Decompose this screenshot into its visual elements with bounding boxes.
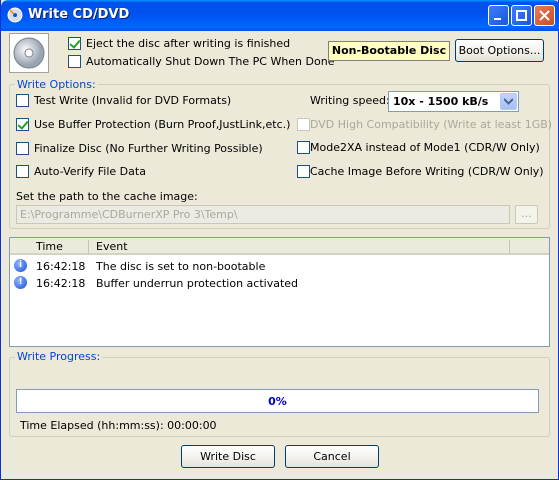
dropdown-arrow[interactable] [500, 93, 517, 110]
title-bar[interactable]: Write CD/DVD [1, 0, 559, 31]
window-title: Write CD/DVD [28, 7, 130, 22]
column-time[interactable]: Time [36, 240, 63, 253]
buffer-protection-checkbox[interactable] [16, 118, 29, 131]
burner-app-icon [7, 7, 23, 23]
write-progress-title: Write Progress: [15, 350, 103, 363]
finalize-label: Finalize Disc (No Further Writing Possib… [34, 142, 263, 155]
column-divider[interactable] [509, 240, 510, 253]
test-write-checkbox[interactable] [16, 94, 29, 107]
dvd-compat-checkbox[interactable] [297, 118, 310, 131]
writing-speed-label: Writing speed: [310, 94, 390, 107]
cache-image-label: Cache Image Before Writing (CDR/W Only) [310, 165, 544, 178]
finalize-checkbox[interactable] [16, 142, 29, 155]
maximize-button[interactable] [511, 5, 532, 26]
cd-disc-icon [13, 37, 45, 69]
test-write-label: Test Write (Invalid for DVD Formats) [34, 94, 232, 107]
auto-verify-checkbox[interactable] [16, 165, 29, 178]
progress-bar: 0% [16, 389, 539, 413]
mode2xa-label: Mode2XA instead of Mode1 (CDR/W Only) [310, 141, 540, 154]
mode2xa-checkbox[interactable] [297, 141, 310, 154]
event-log-list[interactable]: Time Event i 16:42:18 The disc is set to… [9, 237, 550, 347]
chevron-down-icon [504, 98, 513, 105]
log-time: 16:42:18 [36, 260, 86, 273]
write-dvd-window: Write CD/DVD Eject the disc after writin… [0, 0, 559, 480]
column-divider[interactable] [88, 240, 89, 253]
log-row[interactable]: ! 16:42:18 Buffer underrun protection ac… [10, 275, 549, 291]
eject-checkbox[interactable] [68, 37, 81, 50]
progress-percent: 0% [268, 395, 287, 408]
boot-status-badge: Non-Bootable Disc [328, 41, 450, 61]
cache-image-checkbox[interactable] [297, 165, 310, 178]
maximize-icon [516, 10, 527, 21]
buffer-protection-label: Use Buffer Protection (Burn Proof,JustLi… [34, 118, 291, 131]
dialog-body: Eject the disc after writing is finished… [5, 31, 554, 476]
log-row[interactable]: i 16:42:18 The disc is set to non-bootab… [10, 258, 549, 274]
writing-speed-value: 10x - 1500 kB/s [393, 95, 489, 108]
minimize-icon [494, 18, 501, 20]
shutdown-checkbox[interactable] [68, 55, 81, 68]
info-icon: ! [14, 276, 27, 289]
writing-speed-select[interactable]: 10x - 1500 kB/s [388, 91, 519, 112]
log-event: Buffer underrun protection activated [96, 277, 299, 290]
write-disc-button[interactable]: Write Disc [181, 445, 275, 468]
write-options-title: Write Options: [15, 78, 98, 91]
info-icon: i [14, 259, 27, 272]
close-icon [539, 10, 550, 21]
dvd-compat-label: DVD High Compatibility (Write at least 1… [310, 118, 553, 131]
boot-options-button[interactable]: Boot Options... [455, 39, 544, 62]
close-button[interactable] [534, 5, 555, 26]
cancel-button[interactable]: Cancel [285, 445, 379, 468]
minimize-button[interactable] [488, 5, 509, 26]
browse-button[interactable]: ... [515, 205, 538, 224]
auto-verify-label: Auto-Verify File Data [34, 165, 146, 178]
cache-path-label: Set the path to the cache image: [16, 190, 198, 203]
cache-path-input[interactable]: E:\Programme\CDBurnerXP Pro 3\Temp\ [16, 205, 510, 224]
log-header: Time Event [10, 238, 549, 255]
elapsed-time: Time Elapsed (hh:mm:ss): 00:00:00 [20, 419, 217, 432]
disc-image [9, 33, 49, 73]
shutdown-label: Automatically Shut Down The PC When Done [86, 55, 335, 68]
log-event: The disc is set to non-bootable [96, 260, 266, 273]
log-time: 16:42:18 [36, 277, 86, 290]
eject-label: Eject the disc after writing is finished [86, 37, 291, 50]
column-event[interactable]: Event [96, 240, 128, 253]
